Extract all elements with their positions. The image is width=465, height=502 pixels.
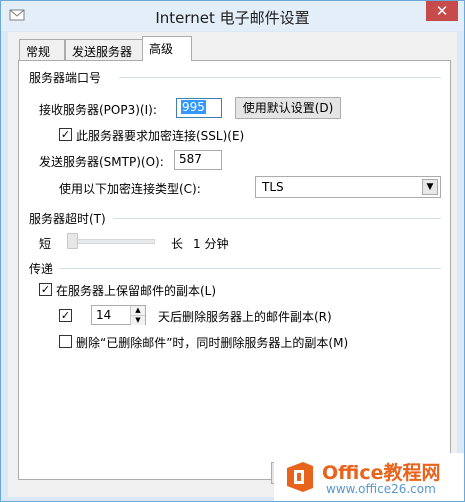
timeout-long-label: 长 [171,237,184,251]
incoming-label: 接收服务器(POP3)(I): [39,103,157,117]
outgoing-port-input[interactable]: 587 [174,150,222,170]
timeout-slider-track[interactable] [67,239,155,244]
spinner-buttons: ▲ ▼ [130,306,145,325]
delivery-separator [59,268,441,269]
spin-up-icon[interactable]: ▲ [131,306,145,315]
remove-deleted-checkbox[interactable] [59,335,72,348]
title-bar: Internet 电子邮件设置 ✕ [1,1,464,31]
timeout-value: 1 分钟 [193,237,229,251]
incoming-port-input[interactable]: 995 [176,98,222,118]
ssl-checkbox[interactable]: ✓ [59,128,72,141]
remove-after-checkbox[interactable]: ✓ [59,309,72,322]
timeout-slider-thumb[interactable] [67,233,78,249]
delivery-group-title: 传递 [29,262,54,276]
ports-group-title: 服务器端口号 [29,71,102,85]
remove-deleted-label: 删除“已删除邮件”时，同时删除服务器上的副本(M) [76,336,349,350]
encryption-value: TLS [262,180,284,194]
days-value: 14 [96,308,112,322]
timeout-group-title: 服务器超时(T) [29,212,106,226]
watermark: Office教程网 www.office26.com [274,453,464,501]
ports-separator [119,77,441,78]
keep-copy-label: 在服务器上保留邮件的副本(L) [56,284,217,298]
watermark-title: Office教程网 [322,462,441,484]
ssl-label: 此服务器要求加密连接(SSL)(E) [76,129,245,143]
tab-advanced[interactable]: 高级 [142,36,192,61]
dialog-title: Internet 电子邮件设置 [155,9,310,27]
spin-down-icon[interactable]: ▼ [131,315,145,325]
tab-general[interactable]: 常规 [19,39,65,60]
dialog-client: 常规 发送服务器 高级 服务器端口号 接收服务器(POP3)(I): 995 使… [8,32,457,497]
office-logo-icon [287,462,313,492]
chevron-down-icon: ▼ [422,179,438,195]
close-button[interactable]: ✕ [426,1,458,21]
watermark-url: www.office26.com [326,482,436,496]
days-spinner[interactable]: 14 ▲ ▼ [91,305,146,325]
keep-copy-checkbox[interactable]: ✓ [39,283,52,296]
remove-after-label: 天后删除服务器上的邮件副本(R) [158,310,332,324]
timeout-separator [113,218,441,219]
advanced-panel: 服务器端口号 接收服务器(POP3)(I): 995 使用默认设置(D) ✓ 此… [18,60,451,480]
use-default-button[interactable]: 使用默认设置(D) [235,97,341,119]
outgoing-label: 发送服务器(SMTP)(O): [39,155,164,169]
encryption-type-select[interactable]: TLS ▼ [255,176,441,198]
tab-outgoing-server[interactable]: 发送服务器 [65,39,144,60]
encryption-label: 使用以下加密连接类型(C): [59,182,201,196]
settings-dialog: Internet 电子邮件设置 ✕ 常规 发送服务器 高级 服务器端口号 接收服… [0,0,465,502]
timeout-short-label: 短 [39,237,52,251]
